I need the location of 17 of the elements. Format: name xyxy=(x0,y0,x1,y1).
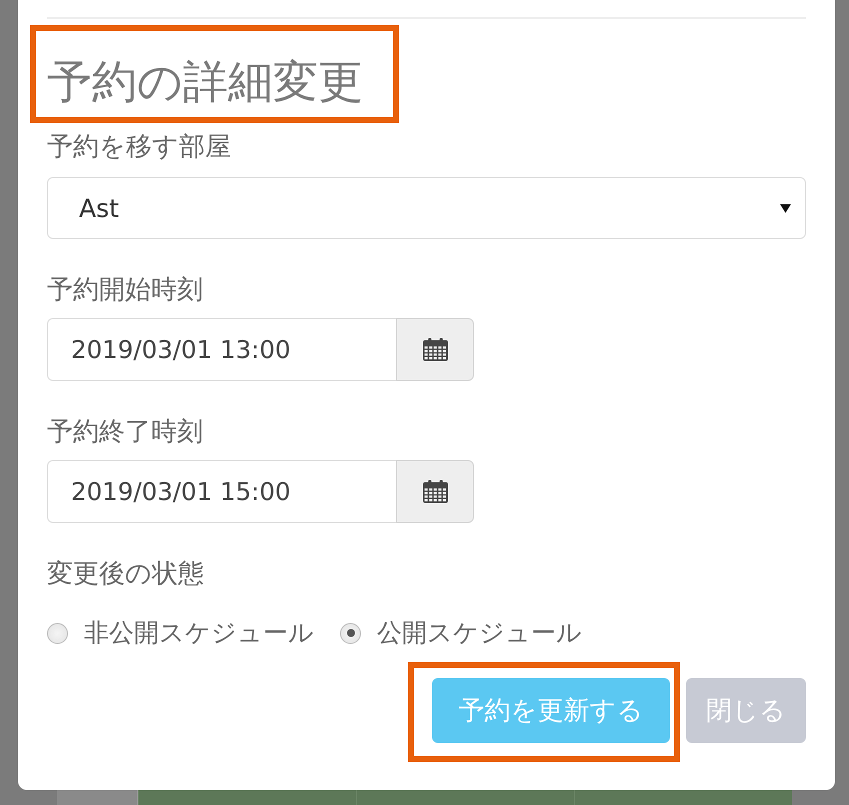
dialog-title: 予約の詳細変更 xyxy=(47,54,363,110)
field-label: 予約を移す部屋 xyxy=(47,132,231,162)
calendar-button[interactable] xyxy=(396,460,474,523)
radio-button[interactable] xyxy=(340,622,361,644)
radio-label[interactable]: 公開スケジュール xyxy=(377,618,582,648)
caret-icon xyxy=(780,204,791,212)
datetime-input[interactable]: 2019/03/01 13:00 xyxy=(47,318,396,381)
field-label: 予約終了時刻 xyxy=(47,417,203,447)
field-label: 変更後の状態 xyxy=(47,559,204,589)
radio-label[interactable]: 非公開スケジュール xyxy=(84,618,314,648)
datetime-input[interactable]: 2019/03/01 15:00 xyxy=(47,460,396,523)
calendar-icon xyxy=(422,480,448,503)
radio-button[interactable] xyxy=(47,622,68,644)
calendar-button[interactable] xyxy=(396,318,474,381)
field-label: 予約開始時刻 xyxy=(47,275,203,305)
calendar-icon xyxy=(422,338,448,361)
room-select[interactable]: Ast xyxy=(47,177,806,239)
